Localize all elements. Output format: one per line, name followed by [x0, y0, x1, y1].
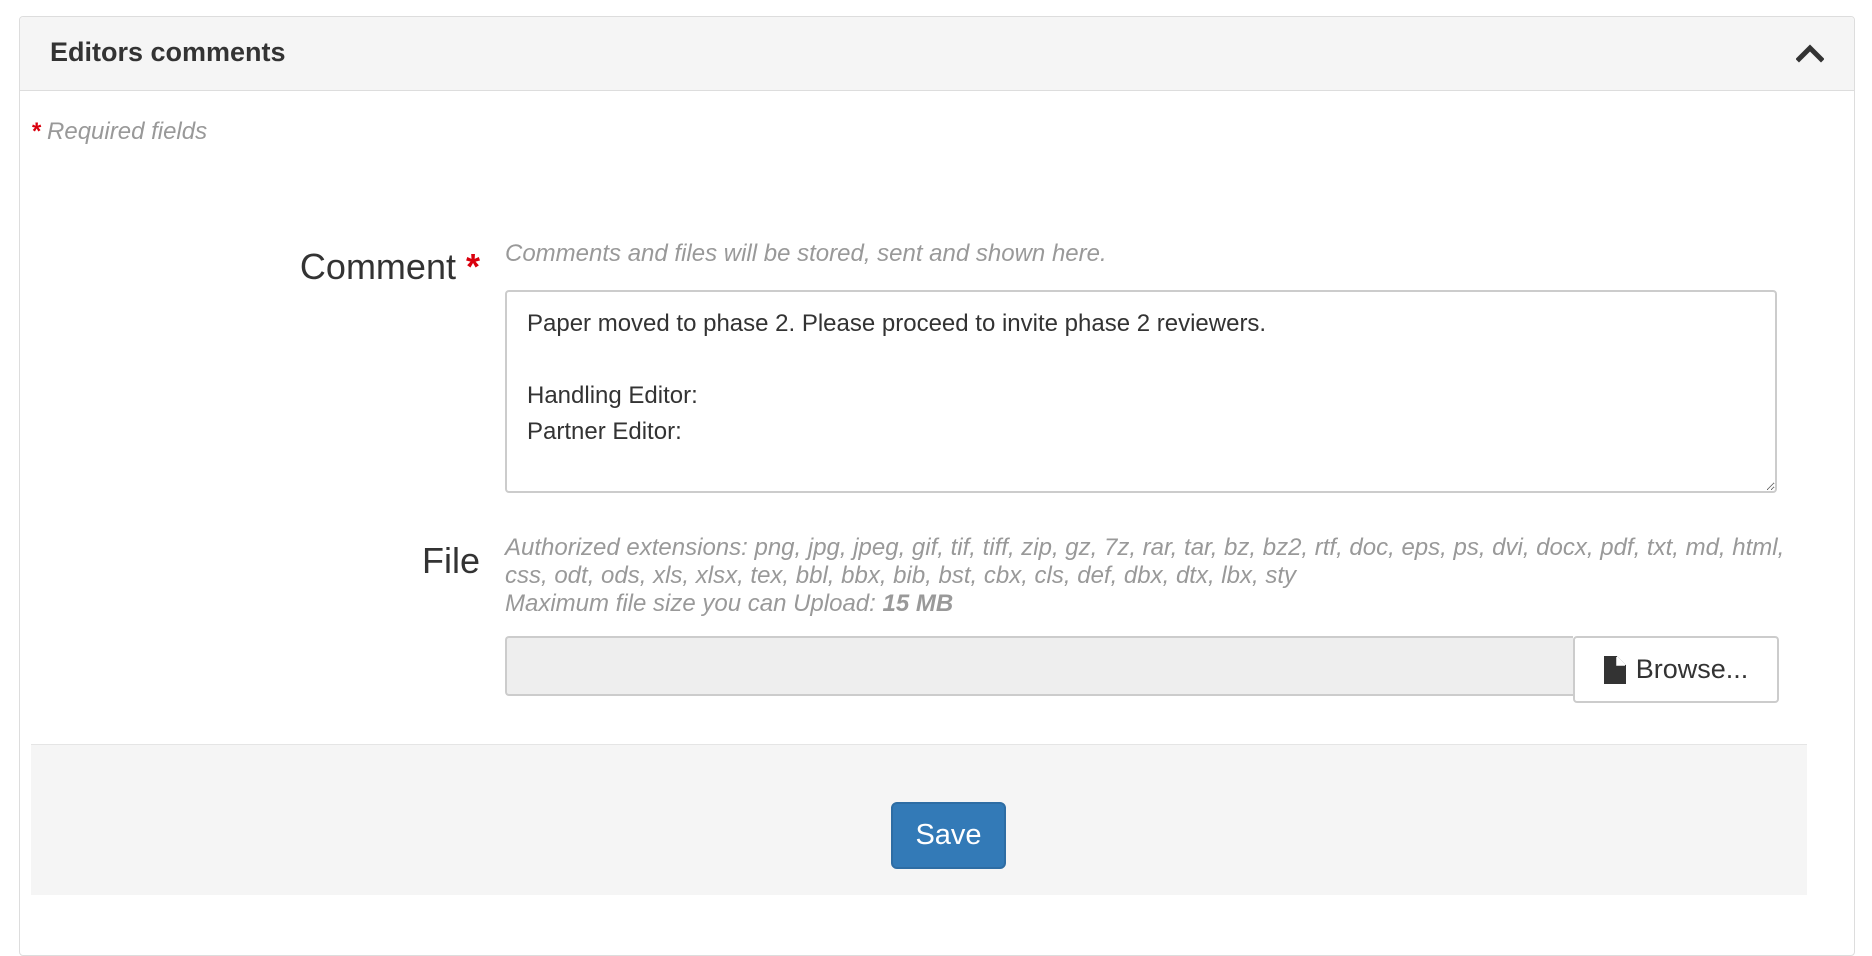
form-footer: Save [31, 744, 1807, 895]
chevron-up-icon[interactable] [1796, 41, 1824, 63]
file-icon [1603, 655, 1626, 684]
panel-heading[interactable]: Editors comments [20, 17, 1854, 91]
panel-title: Editors comments [50, 37, 286, 67]
required-fields-text: Required fields [47, 118, 208, 145]
comment-help-text: Comments and files will be stored, sent … [505, 240, 1107, 267]
comment-required-star: * [465, 246, 480, 287]
max-file-size-label: Maximum file size you can Upload: [505, 590, 876, 617]
max-file-size-text: Maximum file size you can Upload: 15 MB [505, 590, 1785, 618]
comment-textarea[interactable] [505, 290, 1777, 493]
browse-label: Browse... [1635, 654, 1749, 684]
file-name-display[interactable] [505, 636, 1573, 696]
required-fields-note: * Required fields [31, 118, 207, 146]
file-label: File [421, 540, 480, 581]
authorized-extensions-text: Authorized extensions: png, jpg, jpeg, g… [505, 534, 1785, 589]
required-star: * [31, 118, 41, 145]
browse-button[interactable]: Browse... [1573, 636, 1779, 703]
comment-label: Comment * [300, 246, 480, 288]
file-help-text: Authorized extensions: png, jpg, jpeg, g… [505, 534, 1785, 618]
max-file-size-value: 15 MB [882, 590, 954, 617]
comment-label-text: Comment [299, 246, 456, 287]
save-button[interactable]: Save [891, 802, 1006, 869]
